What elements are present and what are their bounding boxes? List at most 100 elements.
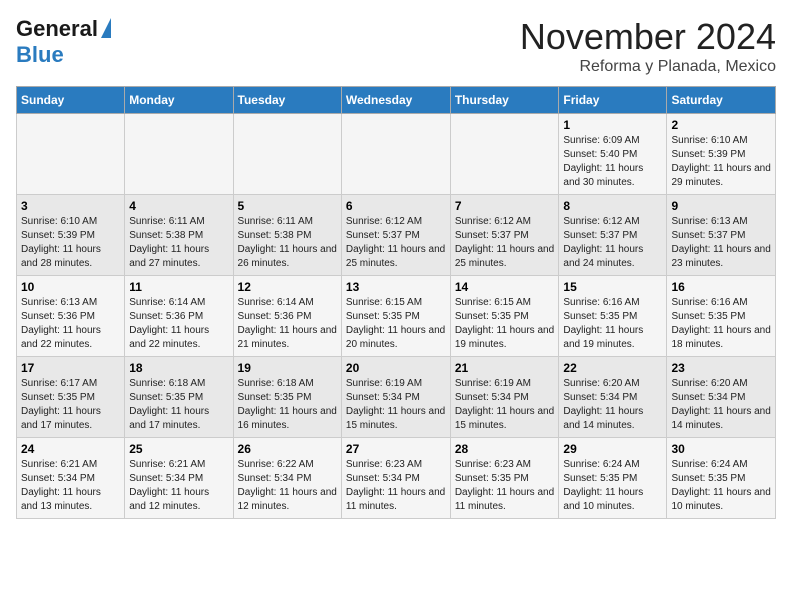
weekday-header-monday: Monday (125, 87, 233, 114)
day-number: 22 (563, 361, 662, 375)
calendar-cell: 26Sunrise: 6:22 AM Sunset: 5:34 PM Dayli… (233, 438, 341, 519)
day-number: 8 (563, 199, 662, 213)
calendar-cell: 3 Sunrise: 6:10 AM Sunset: 5:39 PM Daylig… (17, 195, 125, 276)
day-info: Sunrise: 6:20 AM Sunset: 5:34 PM Dayligh… (563, 377, 662, 433)
day-number: 25 (129, 442, 228, 456)
day-number: 7 (455, 199, 555, 213)
calendar-week-row: 24 Sunrise: 6:21 AM Sunset: 5:34 PM Dayli… (17, 438, 776, 519)
day-number: 28 (455, 442, 555, 456)
logo: General Blue (16, 16, 111, 68)
day-number: 21 (455, 361, 555, 375)
month-year-title: November 2024 (520, 16, 776, 58)
weekday-header-saturday: Saturday (667, 87, 776, 114)
calendar-body: 1 Sunrise: 6:09 AM Sunset: 5:40 PM Daylig… (17, 114, 776, 519)
calendar-cell: 14 Sunrise: 6:15 AM Sunset: 5:35 PM Dayli… (450, 276, 559, 357)
calendar-cell: 7 Sunrise: 6:12 AM Sunset: 5:37 PM Daylig… (450, 195, 559, 276)
day-number: 29 (563, 442, 662, 456)
calendar-cell: 10Sunrise: 6:13 AM Sunset: 5:36 PM Dayli… (17, 276, 125, 357)
calendar-cell: 23 Sunrise: 6:20 AM Sunset: 5:34 PM Dayli… (667, 357, 776, 438)
calendar-cell (341, 114, 450, 195)
day-number: 6 (346, 199, 446, 213)
calendar-cell: 4 Sunrise: 6:11 AM Sunset: 5:38 PM Daylig… (125, 195, 233, 276)
day-info: Sunrise: 6:18 AM Sunset: 5:35 PM Dayligh… (129, 377, 228, 433)
day-info: Sunrise: 6:14 AM Sunset: 5:36 PM Dayligh… (238, 296, 337, 352)
calendar-cell: 16Sunrise: 6:16 AM Sunset: 5:35 PM Dayli… (667, 276, 776, 357)
calendar-week-row: 10Sunrise: 6:13 AM Sunset: 5:36 PM Dayli… (17, 276, 776, 357)
day-number: 13 (346, 280, 446, 294)
calendar-cell (233, 114, 341, 195)
weekday-header-wednesday: Wednesday (341, 87, 450, 114)
location-subtitle: Reforma y Planada, Mexico (520, 58, 776, 76)
day-number: 11 (129, 280, 228, 294)
day-number: 15 (563, 280, 662, 294)
calendar-cell: 2 Sunrise: 6:10 AM Sunset: 5:39 PM Daylig… (667, 114, 776, 195)
calendar-cell: 12 Sunrise: 6:14 AM Sunset: 5:36 PM Dayli… (233, 276, 341, 357)
day-info: Sunrise: 6:19 AM Sunset: 5:34 PM Dayligh… (455, 377, 555, 433)
weekday-header-row: SundayMondayTuesdayWednesdayThursdayFrid… (17, 87, 776, 114)
day-number: 20 (346, 361, 446, 375)
calendar-cell: 30Sunrise: 6:24 AM Sunset: 5:35 PM Dayli… (667, 438, 776, 519)
day-info: Sunrise: 6:11 AM Sunset: 5:38 PM Dayligh… (129, 215, 228, 271)
day-number: 26 (238, 442, 337, 456)
calendar-cell: 9 Sunrise: 6:13 AM Sunset: 5:37 PM Daylig… (667, 195, 776, 276)
day-number: 4 (129, 199, 228, 213)
day-number: 14 (455, 280, 555, 294)
calendar-cell: 15Sunrise: 6:16 AM Sunset: 5:35 PM Dayli… (559, 276, 667, 357)
day-info: Sunrise: 6:20 AM Sunset: 5:34 PM Dayligh… (671, 377, 771, 433)
day-info: Sunrise: 6:13 AM Sunset: 5:37 PM Dayligh… (671, 215, 771, 271)
day-number: 17 (21, 361, 120, 375)
day-number: 23 (671, 361, 771, 375)
day-info: Sunrise: 6:15 AM Sunset: 5:35 PM Dayligh… (455, 296, 555, 352)
day-number: 19 (238, 361, 337, 375)
day-number: 9 (671, 199, 771, 213)
calendar-week-row: 3 Sunrise: 6:10 AM Sunset: 5:39 PM Daylig… (17, 195, 776, 276)
day-number: 1 (563, 118, 662, 132)
day-number: 24 (21, 442, 120, 456)
day-info: Sunrise: 6:12 AM Sunset: 5:37 PM Dayligh… (455, 215, 555, 271)
day-info: Sunrise: 6:13 AM Sunset: 5:36 PM Dayligh… (21, 296, 120, 352)
day-number: 2 (671, 118, 771, 132)
calendar-cell: 6 Sunrise: 6:12 AM Sunset: 5:37 PM Daylig… (341, 195, 450, 276)
day-number: 3 (21, 199, 120, 213)
calendar-cell (125, 114, 233, 195)
day-info: Sunrise: 6:14 AM Sunset: 5:36 PM Dayligh… (129, 296, 228, 352)
day-info: Sunrise: 6:24 AM Sunset: 5:35 PM Dayligh… (563, 458, 662, 514)
weekday-header-tuesday: Tuesday (233, 87, 341, 114)
calendar-cell: 5 Sunrise: 6:11 AM Sunset: 5:38 PM Daylig… (233, 195, 341, 276)
calendar-cell: 28 Sunrise: 6:23 AM Sunset: 5:35 PM Dayli… (450, 438, 559, 519)
day-info: Sunrise: 6:09 AM Sunset: 5:40 PM Dayligh… (563, 134, 662, 190)
page-header: General Blue November 2024 Reforma y Pla… (16, 16, 776, 76)
day-info: Sunrise: 6:11 AM Sunset: 5:38 PM Dayligh… (238, 215, 337, 271)
day-info: Sunrise: 6:21 AM Sunset: 5:34 PM Dayligh… (21, 458, 120, 514)
calendar-cell: 24 Sunrise: 6:21 AM Sunset: 5:34 PM Dayli… (17, 438, 125, 519)
day-info: Sunrise: 6:21 AM Sunset: 5:34 PM Dayligh… (129, 458, 228, 514)
calendar-cell: 11 Sunrise: 6:14 AM Sunset: 5:36 PM Dayli… (125, 276, 233, 357)
day-info: Sunrise: 6:12 AM Sunset: 5:37 PM Dayligh… (563, 215, 662, 271)
calendar-cell: 20 Sunrise: 6:19 AM Sunset: 5:34 PM Dayli… (341, 357, 450, 438)
day-number: 18 (129, 361, 228, 375)
day-info: Sunrise: 6:19 AM Sunset: 5:34 PM Dayligh… (346, 377, 446, 433)
calendar-cell: 17Sunrise: 6:17 AM Sunset: 5:35 PM Dayli… (17, 357, 125, 438)
weekday-header-thursday: Thursday (450, 87, 559, 114)
weekday-header-friday: Friday (559, 87, 667, 114)
day-number: 30 (671, 442, 771, 456)
day-info: Sunrise: 6:10 AM Sunset: 5:39 PM Dayligh… (21, 215, 120, 271)
calendar-week-row: 1 Sunrise: 6:09 AM Sunset: 5:40 PM Daylig… (17, 114, 776, 195)
day-info: Sunrise: 6:10 AM Sunset: 5:39 PM Dayligh… (671, 134, 771, 190)
logo-text-general: General (16, 16, 98, 42)
calendar-cell: 27Sunrise: 6:23 AM Sunset: 5:34 PM Dayli… (341, 438, 450, 519)
day-number: 5 (238, 199, 337, 213)
calendar-cell (17, 114, 125, 195)
day-number: 27 (346, 442, 446, 456)
day-number: 12 (238, 280, 337, 294)
day-info: Sunrise: 6:23 AM Sunset: 5:35 PM Dayligh… (455, 458, 555, 514)
calendar-cell: 13 Sunrise: 6:15 AM Sunset: 5:35 PM Dayli… (341, 276, 450, 357)
calendar-cell (450, 114, 559, 195)
day-info: Sunrise: 6:15 AM Sunset: 5:35 PM Dayligh… (346, 296, 446, 352)
day-info: Sunrise: 6:12 AM Sunset: 5:37 PM Dayligh… (346, 215, 446, 271)
calendar-table: SundayMondayTuesdayWednesdayThursdayFrid… (16, 86, 776, 519)
calendar-cell: 1 Sunrise: 6:09 AM Sunset: 5:40 PM Daylig… (559, 114, 667, 195)
calendar-cell: 29 Sunrise: 6:24 AM Sunset: 5:35 PM Dayli… (559, 438, 667, 519)
day-info: Sunrise: 6:18 AM Sunset: 5:35 PM Dayligh… (238, 377, 337, 433)
calendar-cell: 25 Sunrise: 6:21 AM Sunset: 5:34 PM Dayli… (125, 438, 233, 519)
